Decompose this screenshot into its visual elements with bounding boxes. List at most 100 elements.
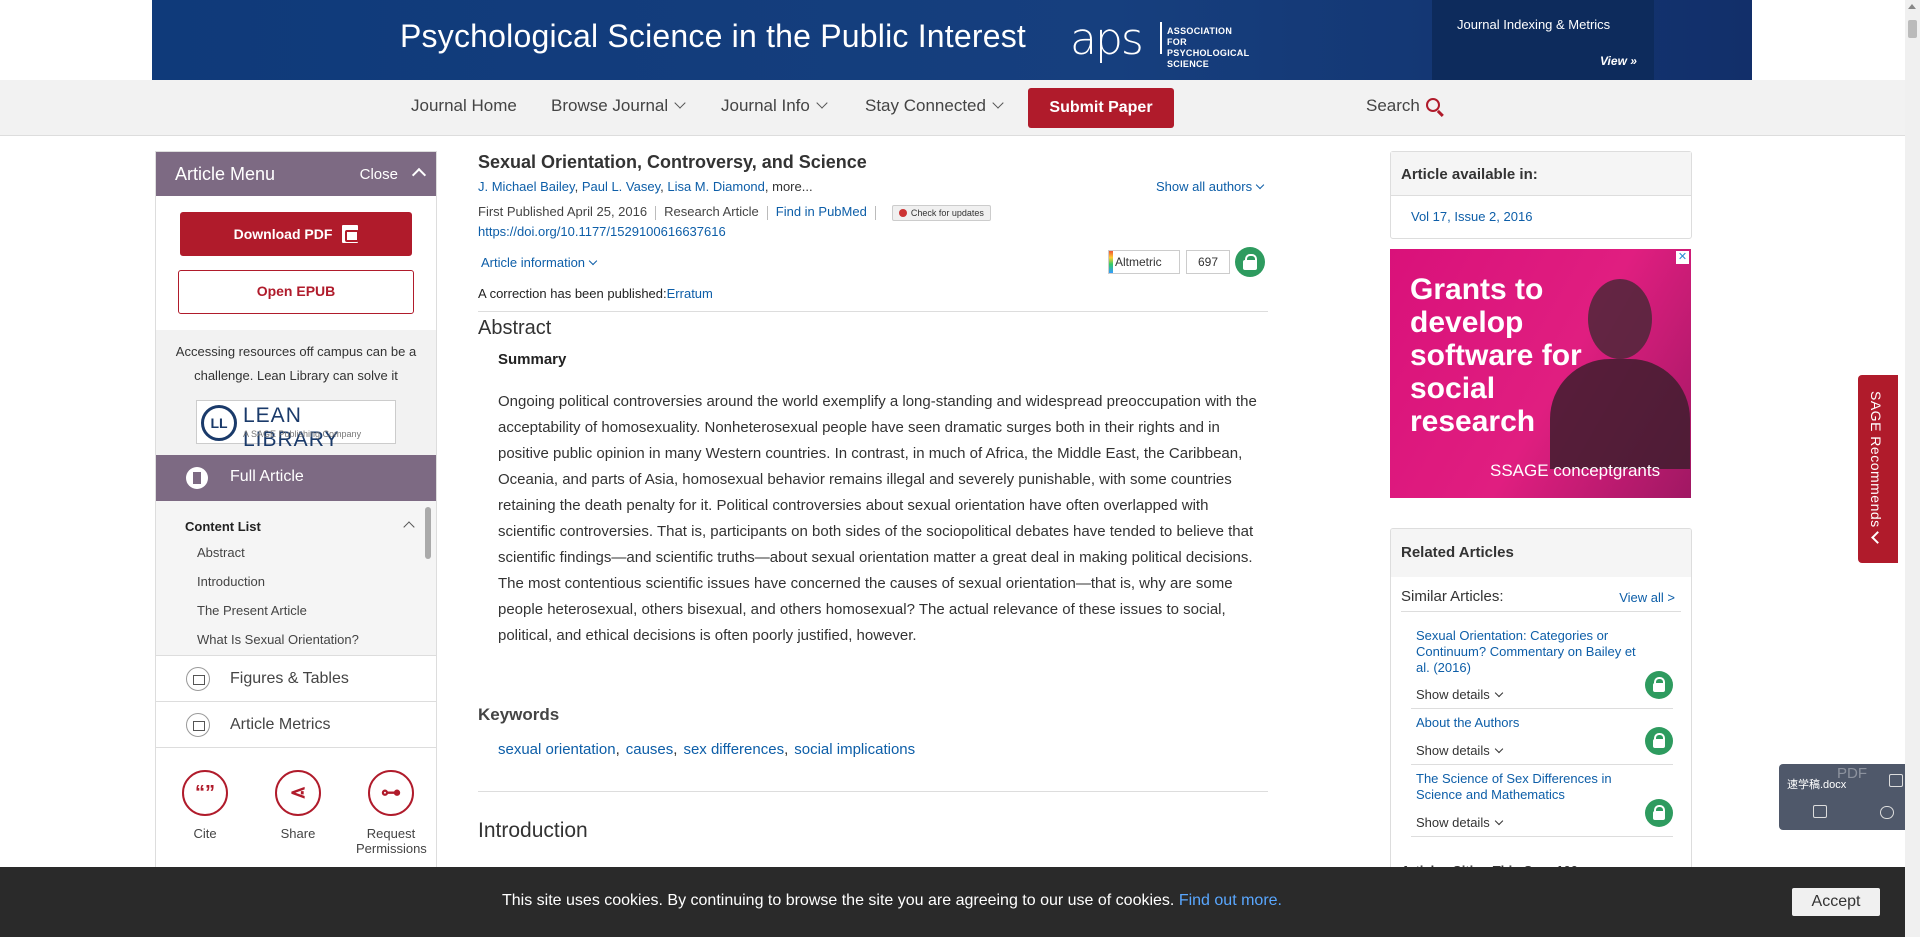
author-link[interactable]: Lisa M. Diamond [667,179,765,194]
scrollbar-thumb[interactable] [1908,20,1917,38]
share-action[interactable]: ⋖ Share [263,770,333,841]
related-article-link[interactable]: Sexual Orientation: Categories or Contin… [1416,628,1646,676]
nav-stay-connected[interactable]: Stay Connected [865,96,1004,116]
ad-headline: Grants to develop software for social re… [1410,273,1582,438]
content-list-item[interactable]: What Is Sexual Orientation? [197,632,359,647]
lean-library-box: Accessing resources off campus can be a … [156,330,436,455]
show-details-toggle[interactable]: Show details [1416,687,1503,702]
author-link[interactable]: Paul L. Vasey [582,179,660,194]
more-authors-link[interactable]: more... [772,179,812,194]
cookie-bar: This site uses cookies. By continuing to… [0,867,1905,937]
article-menu: Article Menu Close Download PDF Open EPU… [155,151,437,871]
nav-journal-home[interactable]: Journal Home [411,96,517,116]
scroll-up-icon[interactable] [1908,4,1916,9]
publish-date: First Published April 25, 2016 [478,204,648,219]
menu-close-button[interactable]: Close [360,166,398,183]
show-details-label: Show details [1416,815,1490,830]
content-list-title: Content List [185,519,261,534]
sage-recommends-tab[interactable]: SAGE Recommends [1858,375,1898,563]
lean-library-logo[interactable]: LL LEAN LIBRARY A SAGE Publishing Compan… [196,400,396,451]
show-details-toggle[interactable]: Show details [1416,815,1503,830]
cite-action[interactable]: “” Cite [170,770,240,841]
doi-link[interactable]: https://doi.org/10.1177/1529100616637616 [478,224,726,239]
figures-tables-tab[interactable]: Figures & Tables [156,656,436,702]
chevron-up-icon[interactable] [411,167,427,183]
altmetric-badge[interactable]: Altmetric [1108,250,1180,274]
keyword-link[interactable]: sexual orientation [498,741,616,758]
show-details-label: Show details [1416,687,1490,702]
find-out-more-link[interactable]: Find out more. [1179,892,1282,909]
content-list-scrollbar[interactable] [425,507,431,559]
availability-box: Article available in: Vol 17, Issue 2, 2… [1390,151,1692,239]
divider [1411,836,1673,837]
keyword-link[interactable]: causes [626,741,674,758]
show-details-toggle[interactable]: Show details [1416,743,1503,758]
cloud-icon[interactable] [1880,806,1894,819]
advertisement[interactable]: Grants to develop software for social re… [1390,249,1691,498]
similar-articles-label: Similar Articles: [1401,588,1504,605]
nav-browse-journal[interactable]: Browse Journal [551,96,686,116]
file-widget[interactable]: PDF 速学稿.docx [1779,764,1909,830]
author-link[interactable]: J. Michael Bailey [478,179,575,194]
page-scrollbar[interactable] [1905,0,1920,937]
submit-paper-button[interactable]: Submit Paper [1028,88,1174,128]
content-list-item[interactable]: The Present Article [197,603,307,618]
chevron-down-icon [588,256,598,266]
article-metrics-label: Article Metrics [230,716,331,733]
chevron-down-icon [992,97,1004,109]
content-list-item[interactable]: Abstract [197,545,245,560]
article-meta: First Published April 25, 2016 Research A… [478,204,991,221]
summary-heading: Summary [498,351,567,368]
accept-cookies-button[interactable]: Accept [1792,888,1880,916]
journal-banner[interactable]: Psychological Science in the Public Inte… [152,0,1752,80]
open-access-lock-icon [1235,247,1265,277]
metrics-view-link[interactable]: View » [1600,54,1637,68]
divider [478,791,1268,792]
search-link[interactable]: Search [1366,96,1440,116]
open-access-lock-icon [1645,799,1673,827]
related-articles-title: Related Articles [1391,529,1691,577]
altmetric-count[interactable]: 697 [1186,250,1230,274]
metrics-box[interactable]: Journal Indexing & Metrics View » [1432,0,1654,80]
share-label: Share [280,826,316,841]
divider [1411,764,1673,765]
cookie-text: This site uses cookies. By continuing to… [502,892,1175,909]
related-articles-box: Related Articles Similar Articles: View … [1390,528,1692,888]
open-epub-button[interactable]: Open EPUB [178,270,414,314]
show-all-authors-toggle[interactable]: Show all authors [1156,179,1265,194]
lean-library-icon: LL [201,405,237,441]
correction-text: A correction has been published: [478,286,667,301]
abstract-heading: Abstract [478,317,552,339]
search-icon [1425,98,1440,112]
download-pdf-label: Download PDF [233,226,333,242]
related-article-link[interactable]: The Science of Sex Differences in Scienc… [1416,771,1646,803]
download-pdf-button[interactable]: Download PDF [180,212,412,256]
content-list-item[interactable]: Introduction [197,574,265,589]
chevron-up-icon[interactable] [403,521,415,533]
table-icon [186,667,210,691]
article-info-toggle[interactable]: Article information [481,255,598,270]
pubmed-link[interactable]: Find in PubMed [776,204,867,219]
nav-journal-info[interactable]: Journal Info [721,96,828,116]
ad-close-icon[interactable]: ✕ [1676,251,1689,264]
check-updates-label: Check for updates [910,207,984,218]
keyword-link[interactable]: sex differences [683,741,784,758]
view-all-link[interactable]: View all > [1619,590,1675,605]
full-article-tab[interactable]: Full Article [156,455,436,501]
aps-subtitle: ASSOCIATION FOR PSYCHOLOGICAL SCIENCE [1167,26,1250,69]
add-file-icon[interactable] [1813,805,1827,818]
issue-link[interactable]: Vol 17, Issue 2, 2016 [1391,196,1691,237]
check-updates-button[interactable]: Check for updates [891,204,991,221]
request-permissions-action[interactable]: ⊶ Request Permissions [356,770,427,856]
erratum-link[interactable]: Erratum [667,286,713,301]
pdf-icon [342,225,360,243]
keyword-link[interactable]: social implications [794,741,915,758]
nav-stay-label: Stay Connected [865,96,986,115]
search-label: Search [1366,96,1420,115]
article-type: Research Article [664,204,759,219]
article-metrics-tab[interactable]: Article Metrics [156,702,436,748]
aps-logo: aps [1070,14,1144,65]
screenshot-icon[interactable] [1889,774,1903,787]
related-article-link[interactable]: About the Authors [1416,715,1646,731]
divider [1411,708,1673,709]
